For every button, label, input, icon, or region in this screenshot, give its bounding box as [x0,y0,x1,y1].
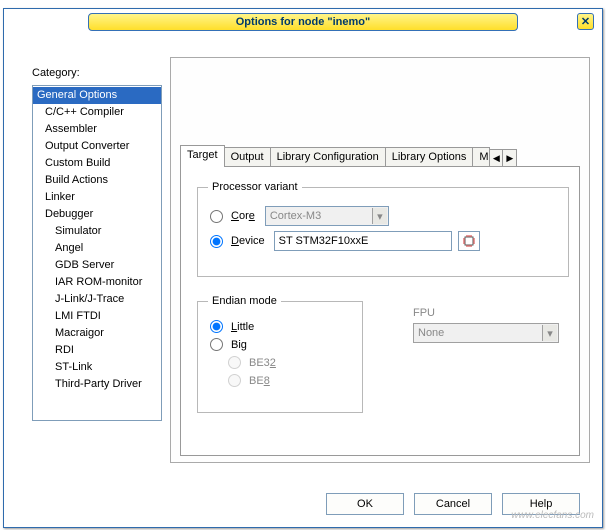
fpu-combo-value: None [418,327,444,339]
tab-strip: TargetOutputLibrary ConfigurationLibrary… [180,145,582,167]
category-item[interactable]: General Options [33,87,161,104]
category-item[interactable]: Macraigor [33,325,161,342]
group-processor-variant: Processor variant Core Cortex-M3 ▾ Devic… [197,181,569,277]
category-item[interactable]: J-Link/J-Trace [33,291,161,308]
category-item[interactable]: Assembler [33,121,161,138]
group-processor-legend: Processor variant [208,181,302,193]
category-label: Category: [32,67,80,79]
fpu-combo: None ▾ [413,323,559,343]
tab-scroll-right[interactable]: ▶ [503,149,517,167]
category-item[interactable]: Custom Build [33,155,161,172]
category-listbox[interactable]: General OptionsC/C++ CompilerAssemblerOu… [32,85,162,421]
chevron-down-icon: ▾ [372,208,387,224]
device-textbox[interactable]: ST STM32F10xxE [274,231,452,251]
category-item[interactable]: Output Converter [33,138,161,155]
chip-icon [462,234,476,248]
ok-button[interactable]: OK [326,493,404,515]
close-button[interactable]: ✕ [577,13,594,30]
tab-target[interactable]: Target [180,145,225,167]
tab-library-options[interactable]: Library Options [385,147,474,167]
window-title: Options for node "inemo" [88,13,518,31]
category-item[interactable]: LMI FTDI [33,308,161,325]
tab-library-configuration[interactable]: Library Configuration [270,147,386,167]
category-item[interactable]: Angel [33,240,161,257]
category-item[interactable]: Debugger [33,206,161,223]
close-icon: ✕ [581,15,590,28]
radio-device-label: Device [231,235,265,247]
radio-device[interactable] [210,235,223,248]
radio-core[interactable] [210,210,223,223]
tab-output[interactable]: Output [224,147,271,167]
radio-big[interactable] [210,338,223,351]
radio-be32 [228,356,241,369]
watermark-text: www.elecfans.com [511,510,594,521]
category-item[interactable]: Third-Party Driver [33,376,161,393]
radio-little-label: Little [231,321,254,333]
category-item[interactable]: ST-Link [33,359,161,376]
core-combo-value: Cortex-M3 [270,210,321,222]
tab-mi[interactable]: MI [472,147,490,167]
chevron-down-icon: ▾ [542,325,557,341]
radio-core-label: Core [231,210,255,222]
radio-be8 [228,374,241,387]
category-item[interactable]: Simulator [33,223,161,240]
radio-be8-label: BE8 [249,375,270,387]
core-combo: Cortex-M3 ▾ [265,206,389,226]
category-item[interactable]: RDI [33,342,161,359]
tab-scroll-left[interactable]: ◀ [489,149,503,167]
cancel-button[interactable]: Cancel [414,493,492,515]
options-dialog: Options for node "inemo" ✕ Category: Gen… [3,8,603,528]
radio-little[interactable] [210,320,223,333]
title-bar: Options for node "inemo" ✕ [6,11,600,33]
category-item[interactable]: Build Actions [33,172,161,189]
tab-target-body: Processor variant Core Cortex-M3 ▾ Devic… [180,166,580,456]
radio-big-label: Big [231,339,247,351]
group-endian-mode: Endian mode Little Big BE32 BE8 [197,295,363,413]
group-endian-legend: Endian mode [208,295,281,307]
category-item[interactable]: Linker [33,189,161,206]
category-item[interactable]: IAR ROM-monitor [33,274,161,291]
fpu-label: FPU [413,307,435,319]
radio-be32-label: BE32 [249,357,276,369]
category-item[interactable]: GDB Server [33,257,161,274]
device-browse-button[interactable] [458,231,480,251]
category-item[interactable]: C/C++ Compiler [33,104,161,121]
